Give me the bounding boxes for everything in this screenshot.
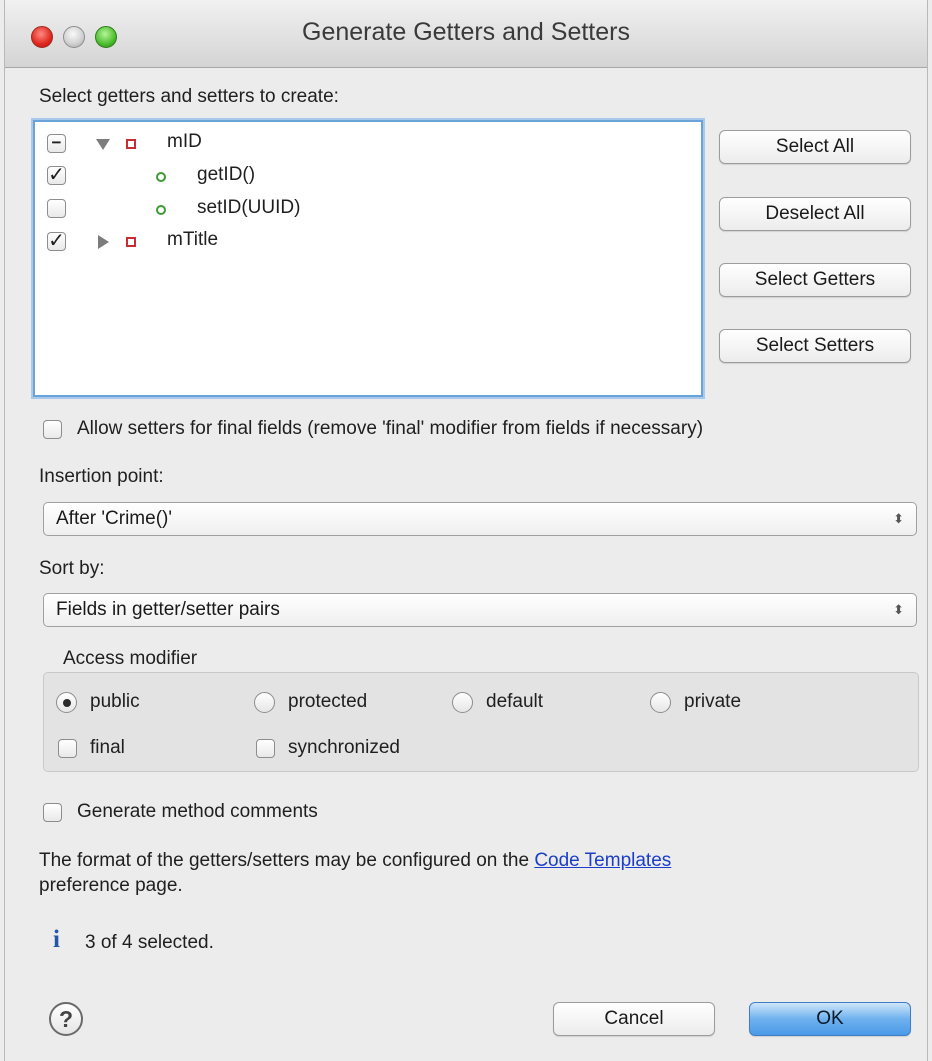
access-modifier-label: Access modifier	[63, 648, 198, 669]
help-icon[interactable]: ?	[49, 1002, 83, 1036]
tree-checkbox-setid[interactable]	[47, 199, 66, 218]
insertion-point-select[interactable]: After 'Crime()' ⬍	[43, 502, 917, 536]
synchronized-label: synchronized	[288, 737, 400, 758]
select-arrows-icon: ⬍	[893, 511, 904, 526]
tree-label-mid: mID	[167, 131, 202, 152]
radio-public-label: public	[90, 691, 140, 712]
info-text-after: preference page.	[39, 875, 183, 896]
expand-triangle-icon[interactable]	[96, 139, 110, 150]
dialog-window: Generate Getters and Setters Select gett…	[4, 0, 928, 1061]
radio-protected[interactable]	[254, 692, 275, 713]
title-bar: Generate Getters and Setters	[5, 0, 927, 68]
collapse-triangle-icon[interactable]	[98, 235, 109, 249]
select-setters-button[interactable]: Select Setters	[719, 329, 911, 363]
final-label: final	[90, 737, 125, 758]
ok-button[interactable]: OK	[749, 1002, 911, 1036]
insertion-point-label: Insertion point:	[39, 466, 164, 487]
generate-comments-checkbox[interactable]	[43, 803, 62, 822]
tree-checkbox-mtitle[interactable]: ✓	[47, 231, 66, 251]
allow-final-label: Allow setters for final fields (remove '…	[77, 418, 704, 439]
generate-comments-label: Generate method comments	[77, 801, 318, 822]
field-icon	[126, 237, 136, 247]
radio-private-label: private	[684, 691, 742, 712]
radio-public[interactable]	[56, 692, 77, 713]
select-arrows-icon: ⬍	[893, 602, 904, 617]
tree-label-setid: setID(UUID)	[197, 197, 301, 218]
final-checkbox[interactable]	[58, 739, 77, 758]
method-icon	[156, 172, 166, 182]
select-all-button[interactable]: Select All	[719, 130, 911, 164]
sort-by-value: Fields in getter/setter pairs	[56, 599, 280, 620]
window-title: Generate Getters and Setters	[302, 18, 630, 46]
tree-checkbox-mid[interactable]: −	[47, 134, 66, 153]
tree-label: Select getters and setters to create:	[39, 86, 339, 107]
info-text: The format of the getters/setters may be…	[39, 848, 671, 898]
tree-checkbox-getid[interactable]: ✓	[47, 165, 66, 185]
getter-setter-tree[interactable]: − mID ✓ getID() setID(UUID) ✓ mTitle	[33, 120, 703, 397]
access-modifier-group: public protected default private final s…	[43, 672, 919, 772]
insertion-point-value: After 'Crime()'	[56, 508, 172, 529]
select-getters-button[interactable]: Select Getters	[719, 263, 911, 297]
radio-protected-label: protected	[288, 691, 368, 712]
info-icon: i	[53, 926, 60, 953]
radio-default-label: default	[486, 691, 544, 712]
cancel-button[interactable]: Cancel	[553, 1002, 715, 1036]
radio-default[interactable]	[452, 692, 473, 713]
info-text-before: The format of the getters/setters may be…	[39, 850, 535, 871]
method-icon	[156, 205, 166, 215]
sort-by-label: Sort by:	[39, 558, 105, 579]
deselect-all-button[interactable]: Deselect All	[719, 197, 911, 231]
allow-final-checkbox[interactable]	[43, 420, 62, 439]
radio-private[interactable]	[650, 692, 671, 713]
sort-by-select[interactable]: Fields in getter/setter pairs ⬍	[43, 593, 917, 627]
synchronized-checkbox[interactable]	[256, 739, 275, 758]
tree-label-mtitle: mTitle	[167, 229, 219, 250]
tree-label-getid: getID()	[197, 164, 256, 185]
code-templates-link[interactable]: Code Templates	[534, 850, 671, 871]
field-icon	[126, 139, 136, 149]
status-text: 3 of 4 selected.	[85, 932, 214, 953]
